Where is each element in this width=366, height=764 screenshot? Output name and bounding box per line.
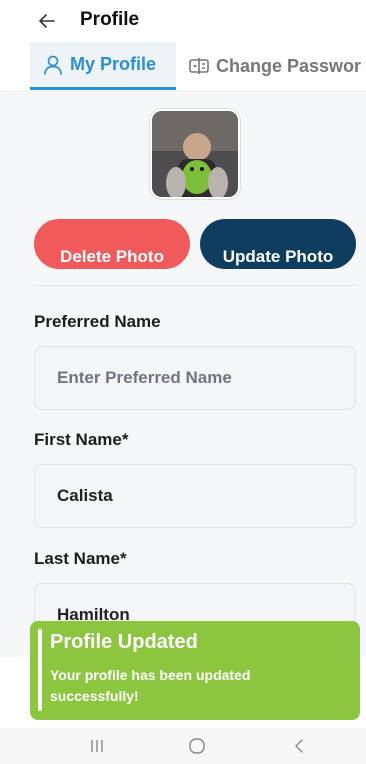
update-photo-button[interactable]: Update Photo — [200, 219, 356, 269]
back-icon[interactable] — [288, 736, 310, 756]
toast-accent-bar — [38, 629, 42, 711]
app-header: Profile — [0, 0, 366, 40]
preferred-name-label: Preferred Name — [34, 312, 161, 331]
last-name-label: Last Name* — [34, 549, 127, 568]
first-name-label: First Name* — [34, 430, 129, 449]
tab-change-password-label: Change Passwor — [216, 55, 362, 76]
profile-form-area: Delete Photo Update Photo Preferred Name… — [0, 93, 366, 657]
preferred-name-input[interactable]: Enter Preferred Name — [34, 346, 356, 410]
avatar[interactable] — [150, 109, 240, 199]
divider — [34, 285, 356, 286]
tab-bar: My Profile Change Passwor — [0, 42, 366, 92]
first-name-input[interactable]: Calista — [34, 464, 356, 528]
password-icon — [189, 58, 209, 74]
tab-my-profile-label: My Profile — [70, 54, 157, 74]
tab-my-profile[interactable]: My Profile — [30, 42, 176, 90]
tab-change-password[interactable]: Change Passwor — [188, 42, 361, 90]
success-toast[interactable]: Profile Updated Your profile has been up… — [30, 621, 360, 720]
user-icon — [44, 55, 62, 75]
system-nav-bar — [0, 728, 366, 764]
page-title: Profile — [80, 9, 140, 30]
toast-title: Profile Updated — [50, 631, 198, 653]
arrow-left-icon[interactable] — [34, 8, 60, 34]
recents-icon[interactable] — [86, 736, 108, 756]
delete-photo-button[interactable]: Delete Photo — [34, 219, 190, 269]
home-icon[interactable] — [186, 736, 208, 756]
toast-message: Your profile has been updated successful… — [50, 667, 251, 704]
